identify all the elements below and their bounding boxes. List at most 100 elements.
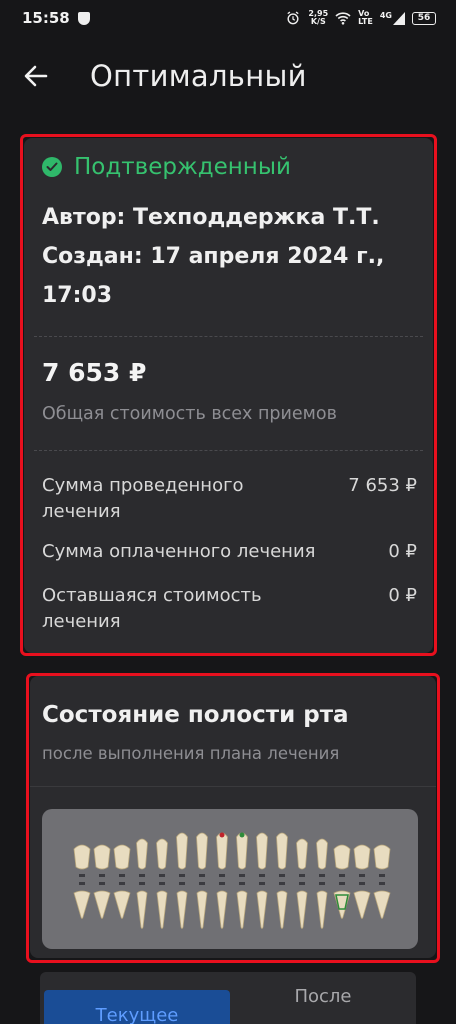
tooth-number-marker [259, 882, 265, 885]
total-caption: Общая стоимость всех приемов [42, 404, 337, 424]
upper-tooth[interactable] [73, 844, 91, 870]
sum-value: 0 ₽ [388, 541, 417, 562]
teeth-diagram [73, 832, 391, 929]
plan-meta: Автор: Техподдержка Т.Т. Создан: 17 апре… [42, 198, 422, 315]
toggle-current-button[interactable]: Текущее [44, 990, 230, 1024]
tooth-number-marker [159, 874, 165, 877]
divider [30, 786, 436, 787]
lower-tooth[interactable] [353, 890, 371, 919]
sum-row-paid: Сумма оплаченного лечения 0 ₽ [42, 539, 417, 565]
dental-chart[interactable] [42, 809, 418, 949]
upper-tooth[interactable] [136, 838, 148, 870]
upper-tooth[interactable] [256, 832, 268, 870]
tooth-number-marker [279, 882, 285, 885]
tooth-number-marker [199, 882, 205, 885]
signal-label: 4G [379, 10, 392, 20]
sum-value: 0 ₽ [388, 585, 417, 606]
divider [34, 450, 423, 451]
sum-label: Сумма проведенного лечения [42, 475, 244, 522]
lower-tooth[interactable] [93, 890, 111, 919]
upper-tooth[interactable] [156, 838, 168, 870]
divider [34, 336, 423, 337]
tooth-number-marker [79, 874, 85, 877]
tooth-number-marker [179, 874, 185, 877]
signal-icon: 4G [379, 10, 405, 25]
tooth-number-marker [199, 874, 205, 877]
oral-state-subtitle: после выполнения плана лечения [42, 744, 340, 763]
author-text: Автор: Техподдержка Т.Т. [42, 205, 380, 230]
lower-tooth[interactable] [296, 890, 308, 929]
sum-row-remaining: Оставшаяся стоимость лечения 0 ₽ [42, 583, 417, 635]
upper-tooth[interactable] [196, 832, 208, 870]
upper-tooth[interactable] [373, 844, 391, 870]
created-text: Создан: 17 апреля 2024 г., 17:03 [42, 244, 385, 308]
lower-tooth[interactable] [256, 890, 268, 929]
screen: 15:58 2,95 K/S Vo LTE 4G 56 Оптимальный … [0, 0, 456, 1024]
lower-tooth[interactable] [73, 890, 91, 919]
tooth-number-marker [299, 882, 305, 885]
lower-tooth[interactable] [216, 890, 228, 929]
tooth-number-marker [119, 874, 125, 877]
upper-tooth[interactable] [333, 844, 351, 870]
total-amount: 7 653 ₽ [42, 358, 147, 387]
upper-tooth[interactable] [176, 832, 188, 870]
toggle-after-button[interactable]: После [230, 986, 416, 1007]
tooth-number-marker [379, 874, 385, 877]
tooth-number-marker [339, 882, 345, 885]
back-button[interactable] [16, 56, 56, 96]
upper-tooth[interactable] [113, 844, 131, 870]
sum-value: 7 653 ₽ [348, 475, 417, 496]
oral-state-card: Состояние полости рта после выполнения п… [30, 676, 436, 958]
tooth-number-marker [219, 882, 225, 885]
tooth-number-marker [239, 882, 245, 885]
tooth-number-marker [239, 874, 245, 877]
status-label: Подтвержденный [74, 154, 291, 180]
lower-tooth[interactable] [236, 890, 248, 929]
tooth-number-marker [359, 882, 365, 885]
tooth-number-marker [299, 874, 305, 877]
tooth-number-marker [359, 874, 365, 877]
upper-tooth[interactable] [276, 832, 288, 870]
lower-tooth[interactable] [373, 890, 391, 919]
lower-tooth[interactable] [276, 890, 288, 929]
page-title: Оптимальный [90, 59, 307, 93]
lower-tooth[interactable] [113, 890, 131, 919]
upper-tooth[interactable] [316, 838, 328, 870]
tooth-number-marker [99, 874, 105, 877]
tooth-number-marker [259, 874, 265, 877]
upper-tooth[interactable] [216, 832, 228, 870]
status-icons: 2,95 K/S Vo LTE 4G 56 [285, 10, 436, 26]
app-bar: Оптимальный [0, 44, 456, 108]
oral-state-title: Состояние полости рта [42, 702, 349, 728]
view-toggle: Текущее После [40, 972, 416, 1024]
net-speed: 2,95 K/S [308, 10, 328, 26]
lower-tooth[interactable] [196, 890, 208, 929]
tooth-number-marker [139, 882, 145, 885]
plan-status: Подтвержденный [42, 154, 291, 180]
lower-tooth[interactable] [156, 890, 168, 929]
upper-tooth[interactable] [296, 838, 308, 870]
upper-tooth[interactable] [353, 844, 371, 870]
volte-bottom: LTE [358, 17, 373, 26]
status-bar: 15:58 2,95 K/S Vo LTE 4G 56 [0, 0, 456, 36]
check-circle-icon [42, 157, 62, 177]
arrow-back-icon [24, 65, 48, 87]
upper-tooth[interactable] [93, 844, 111, 870]
upper-tooth[interactable] [236, 832, 248, 870]
shield-icon [77, 11, 90, 25]
signal-bars-icon [393, 11, 405, 25]
alarm-icon [287, 11, 300, 25]
lower-tooth[interactable] [316, 890, 328, 929]
tooth-number-marker [139, 874, 145, 877]
tooth-number-marker [339, 874, 345, 877]
tooth-number-marker [159, 882, 165, 885]
tooth-number-marker [79, 882, 85, 885]
lower-tooth[interactable] [176, 890, 188, 929]
sum-row-performed: Сумма проведенного лечения 7 653 ₽ [42, 473, 417, 525]
tooth-number-marker [179, 882, 185, 885]
wifi-icon [335, 12, 351, 25]
tooth-number-marker [379, 882, 385, 885]
tooth-number-marker [219, 874, 225, 877]
lower-tooth[interactable] [136, 890, 148, 929]
treatment-plan-summary-card: Подтвержденный Автор: Техподдержка Т.Т. … [24, 138, 433, 653]
